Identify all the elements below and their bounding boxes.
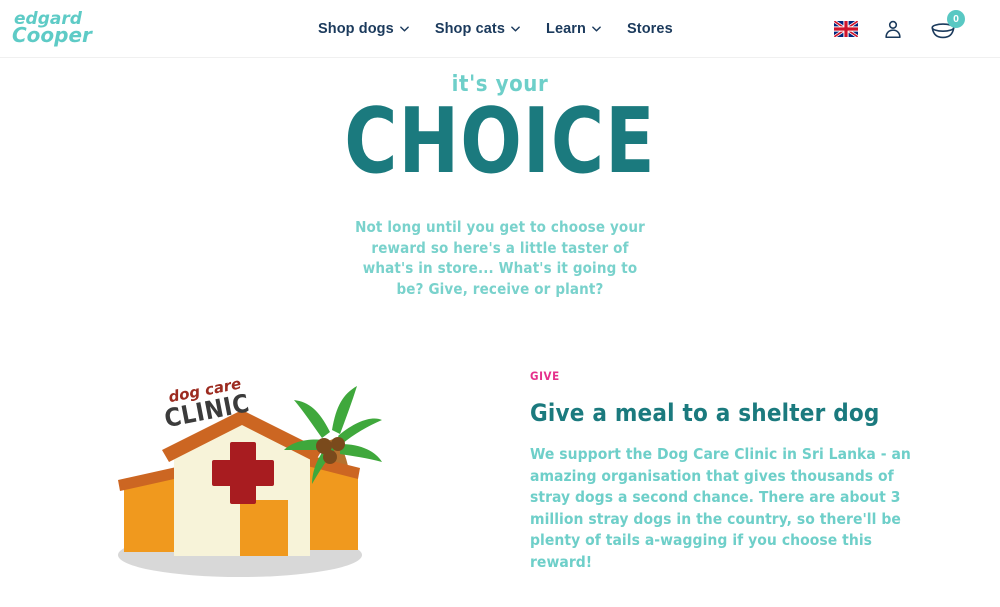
clinic-door bbox=[240, 500, 288, 556]
dog-bowl-cart-icon[interactable]: 0 bbox=[928, 10, 965, 44]
nav-item-shop-cats[interactable]: Shop cats bbox=[435, 21, 520, 37]
reward-text-block: GIVE Give a meal to a shelter dog We sup… bbox=[530, 369, 920, 573]
header-actions: 0 bbox=[834, 0, 965, 58]
reward-description: We support the Dog Care Clinic in Sri La… bbox=[530, 445, 911, 571]
site-header: edgard Cooper Shop dogs Shop cats Learn … bbox=[0, 0, 1000, 58]
edgard-cooper-logo[interactable]: edgard Cooper bbox=[12, 7, 104, 51]
account-person-icon[interactable] bbox=[882, 18, 904, 40]
uk-flag-icon[interactable] bbox=[834, 21, 858, 37]
hero-subtitle: Not long until you get to choose your re… bbox=[355, 218, 645, 298]
hero-section: it's your CHOICE Not long until you get … bbox=[0, 58, 1000, 299]
chevron-down-icon bbox=[592, 25, 601, 35]
nav-label: Stores bbox=[627, 21, 673, 37]
chevron-down-icon bbox=[511, 25, 520, 35]
chevron-down-icon bbox=[399, 25, 409, 35]
nav-item-stores[interactable]: Stores bbox=[627, 21, 673, 37]
page-title: CHOICE bbox=[344, 88, 656, 194]
reward-title: Give a meal to a shelter dog bbox=[530, 399, 880, 427]
cart-count-badge: 0 bbox=[947, 10, 965, 28]
nav-item-shop-dogs[interactable]: Shop dogs bbox=[318, 21, 409, 37]
nav-item-learn[interactable]: Learn bbox=[546, 21, 601, 37]
nav-label: Shop cats bbox=[434, 21, 506, 37]
nav-label: Learn bbox=[546, 21, 587, 37]
svg-text:Cooper: Cooper bbox=[12, 23, 93, 47]
reward-section: dog care CLINIC GIVE Give a meal to a sh… bbox=[0, 355, 1000, 607]
nav-label: Shop dogs bbox=[318, 21, 394, 37]
main-navigation: Shop dogs Shop cats Learn Stores bbox=[318, 0, 673, 58]
reward-category-label: GIVE bbox=[530, 369, 560, 383]
dog-care-clinic-illustration: dog care CLINIC bbox=[112, 380, 382, 595]
